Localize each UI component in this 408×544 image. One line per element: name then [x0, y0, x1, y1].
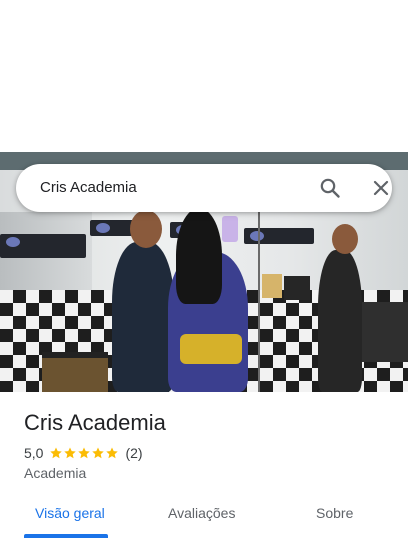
star-icon	[64, 447, 77, 459]
blank-top-area	[0, 0, 408, 152]
photo-wall-banner	[0, 234, 86, 258]
photo-person-head	[130, 210, 162, 248]
place-tabs: Visão geral Avaliações Sobre	[0, 500, 408, 544]
photo-person-head	[332, 224, 358, 254]
photo-person-left	[112, 242, 174, 392]
photo-yellow-jacket	[180, 334, 242, 364]
tab-reviews[interactable]: Avaliações	[168, 505, 235, 521]
search-icon[interactable]	[318, 176, 342, 200]
photo-mirror-frame	[258, 192, 260, 392]
tab-overview[interactable]: Visão geral	[35, 505, 105, 521]
rating-row[interactable]: 5,0 (2)	[24, 444, 143, 462]
place-name: Cris Academia	[24, 410, 166, 435]
photo-box	[284, 276, 310, 300]
photo-phone	[222, 216, 238, 242]
photo-person-hair	[176, 208, 222, 304]
photo-person-right	[318, 250, 362, 392]
close-icon[interactable]	[369, 176, 393, 200]
tab-about[interactable]: Sobre	[316, 505, 353, 521]
photo-box	[262, 274, 282, 298]
star-icon	[78, 447, 91, 459]
star-icon	[50, 447, 63, 459]
star-icon	[92, 447, 105, 459]
rating-value: 5,0	[24, 445, 44, 461]
star-rating	[49, 446, 119, 460]
search-bar[interactable]: Cris Academia	[16, 164, 392, 212]
photo-wall-banner	[244, 228, 314, 244]
search-input[interactable]: Cris Academia	[40, 179, 137, 196]
photo-step	[42, 352, 108, 392]
star-icon	[106, 447, 119, 459]
active-tab-indicator	[24, 534, 108, 538]
review-count[interactable]: (2)	[125, 445, 142, 461]
place-category: Academia	[24, 465, 87, 481]
